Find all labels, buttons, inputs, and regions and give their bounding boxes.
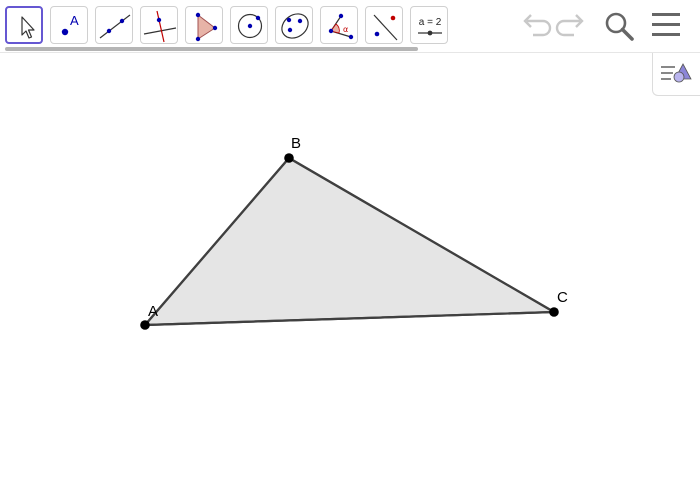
- toolbar-scrollbar[interactable]: [5, 47, 418, 51]
- reflect-icon: [373, 14, 398, 41]
- toolbar: A α a = 2: [0, 0, 700, 48]
- angle-icon: α: [328, 13, 354, 40]
- search-button[interactable]: [600, 8, 636, 42]
- move-tool[interactable]: [5, 6, 43, 44]
- point-icon: A: [61, 13, 79, 36]
- style-bar-icon: [661, 63, 692, 83]
- angle-tool[interactable]: α: [320, 6, 358, 44]
- perpendicular-tool[interactable]: [140, 6, 178, 44]
- undo-button[interactable]: [517, 8, 553, 42]
- point-tool-label: A: [70, 13, 79, 28]
- triangle-polygon[interactable]: [143, 156, 556, 327]
- slider-tool[interactable]: a = 2: [410, 6, 448, 44]
- line-icon: [99, 14, 131, 39]
- perpendicular-line-icon: [143, 10, 177, 43]
- angle-tool-label: α: [343, 25, 348, 34]
- point-tool[interactable]: A: [50, 6, 88, 44]
- hamburger-menu-icon: [652, 13, 680, 36]
- point-c-label: C: [557, 289, 568, 306]
- cursor-arrow-icon: [21, 16, 35, 39]
- slider-icon: a = 2: [418, 17, 442, 36]
- point-c[interactable]: [549, 307, 559, 317]
- point-b-label: B: [291, 135, 301, 152]
- point-b[interactable]: [284, 153, 294, 163]
- reflect-tool[interactable]: [365, 6, 403, 44]
- point-a-label: A: [148, 303, 158, 320]
- main-menu-button[interactable]: [648, 8, 684, 42]
- polygon-icon: [195, 12, 218, 42]
- redo-icon: [555, 14, 584, 37]
- ellipse-icon: [281, 13, 309, 39]
- style-bar-toggle[interactable]: [652, 53, 700, 96]
- ellipse-tool[interactable]: [275, 6, 313, 44]
- slider-tool-label: a = 2: [419, 17, 442, 28]
- line-tool[interactable]: [95, 6, 133, 44]
- undo-icon: [523, 14, 552, 37]
- point-a[interactable]: [140, 320, 150, 330]
- polygon-tool[interactable]: [185, 6, 223, 44]
- redo-button[interactable]: [554, 8, 590, 42]
- search-icon: [605, 12, 634, 41]
- circle-icon: [237, 13, 263, 39]
- circle-tool[interactable]: [230, 6, 268, 44]
- graphics-view[interactable]: A B C: [0, 53, 700, 500]
